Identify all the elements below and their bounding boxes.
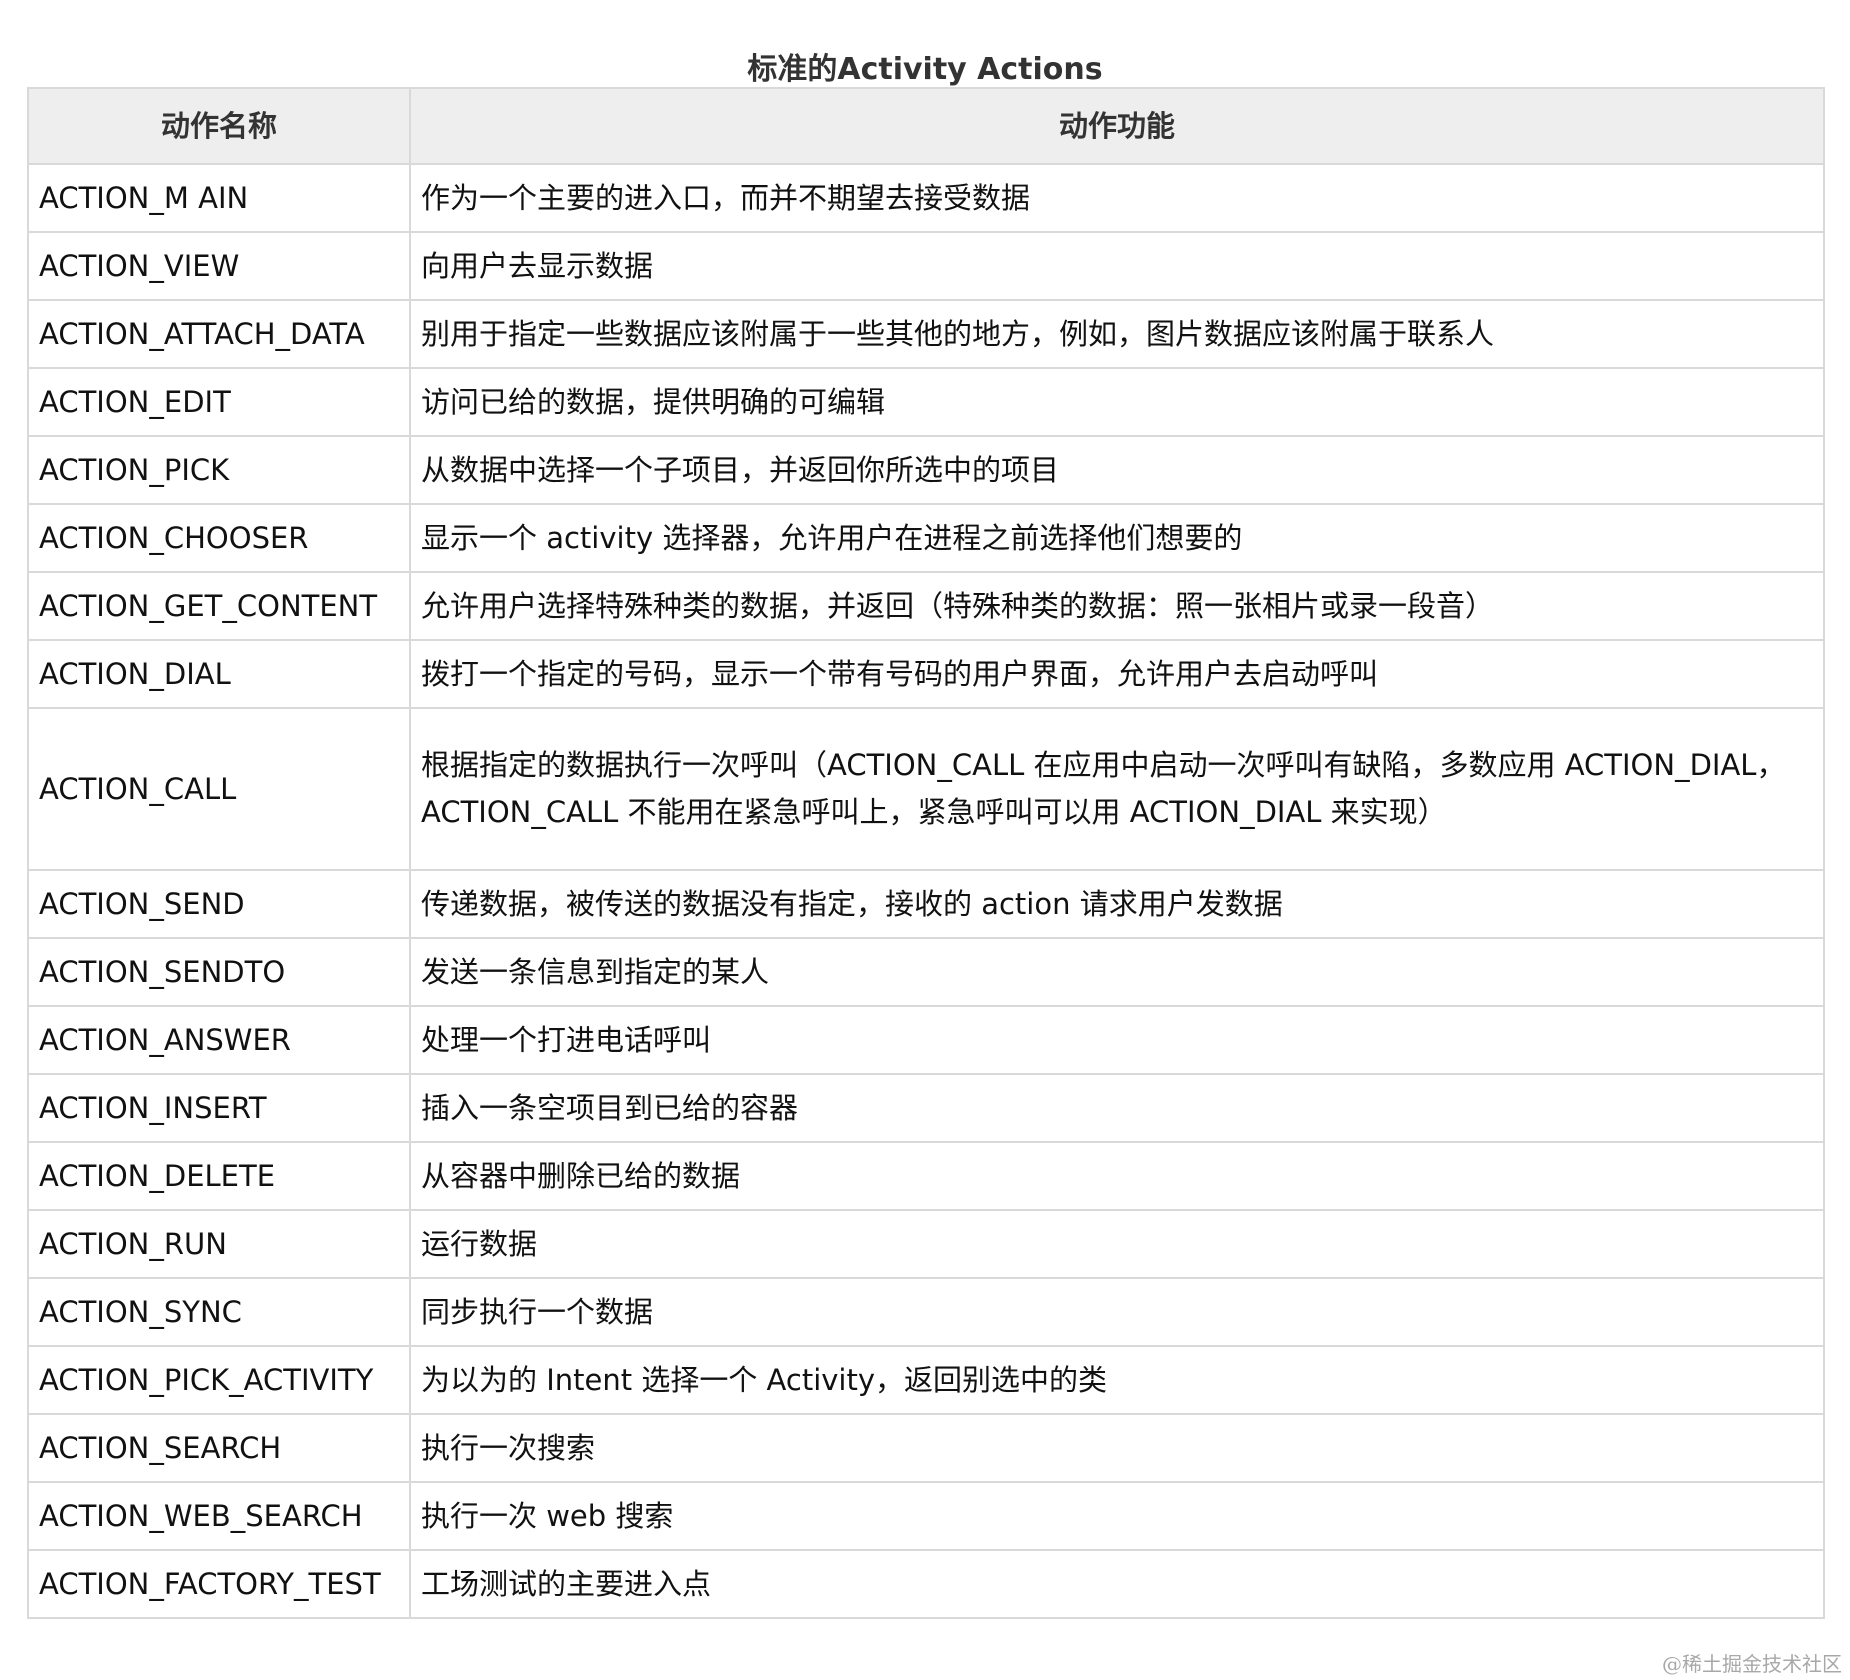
table-row: ACTION_PICK 从数据中选择一个子项目，并返回你所选中的项目 — [27, 435, 1825, 505]
action-description-cell: 同步执行一个数据 — [409, 1277, 1825, 1347]
table-row: ACTION_RUN 运行数据 — [27, 1209, 1825, 1279]
action-description-cell: 显示一个 activity 选择器，允许用户在进程之前选择他们想要的 — [409, 503, 1825, 573]
action-description-cell: 从数据中选择一个子项目，并返回你所选中的项目 — [409, 435, 1825, 505]
action-description-cell: 根据指定的数据执行一次呼叫（ACTION_CALL 在应用中启动一次呼叫有缺陷，… — [409, 707, 1825, 871]
action-name-cell: ACTION_M AIN — [27, 163, 411, 233]
action-description-cell: 为以为的 Intent 选择一个 Activity，返回别选中的类 — [409, 1345, 1825, 1415]
table-header-row: 动作名称 动作功能 — [27, 87, 1825, 165]
action-name-cell: ACTION_DELETE — [27, 1141, 411, 1211]
table-row: ACTION_DELETE 从容器中删除已给的数据 — [27, 1141, 1825, 1211]
table-row: ACTION_GET_CONTENT 允许用户选择特殊种类的数据，并返回（特殊种… — [27, 571, 1825, 641]
action-name-cell: ACTION_ANSWER — [27, 1005, 411, 1075]
action-name-cell: ACTION_DIAL — [27, 639, 411, 709]
action-description-cell: 作为一个主要的进入口，而并不期望去接受数据 — [409, 163, 1825, 233]
table-caption: 标准的Activity Actions — [747, 52, 1103, 87]
document-page: 标准的Activity Actions 动作名称 动作功能 ACTION_M A… — [0, 0, 1850, 1680]
action-description-cell: 访问已给的数据，提供明确的可编辑 — [409, 367, 1825, 437]
action-name-cell: ACTION_PICK_ACTIVITY — [27, 1345, 411, 1415]
action-description-cell: 运行数据 — [409, 1209, 1825, 1279]
action-name-cell: ACTION_CHOOSER — [27, 503, 411, 573]
table-row: ACTION_PICK_ACTIVITY 为以为的 Intent 选择一个 Ac… — [27, 1345, 1825, 1415]
table-row: ACTION_INSERT 插入一条空项目到已给的容器 — [27, 1073, 1825, 1143]
action-name-cell: ACTION_CALL — [27, 707, 411, 871]
action-description-cell: 传递数据，被传送的数据没有指定，接收的 action 请求用户发数据 — [409, 869, 1825, 939]
action-name-cell: ACTION_PICK — [27, 435, 411, 505]
action-description-cell: 别用于指定一些数据应该附属于一些其他的地方，例如，图片数据应该附属于联系人 — [409, 299, 1825, 369]
action-description-cell: 执行一次 web 搜索 — [409, 1481, 1825, 1551]
action-description-cell: 执行一次搜索 — [409, 1413, 1825, 1483]
column-header-action-name: 动作名称 — [27, 87, 411, 165]
action-name-cell: ACTION_VIEW — [27, 231, 411, 301]
action-name-cell: ACTION_SEND — [27, 869, 411, 939]
table-row: ACTION_ATTACH_DATA 别用于指定一些数据应该附属于一些其他的地方… — [27, 299, 1825, 369]
table-row: ACTION_M AIN 作为一个主要的进入口，而并不期望去接受数据 — [27, 163, 1825, 233]
action-description-cell: 工场测试的主要进入点 — [409, 1549, 1825, 1619]
activity-actions-table: 动作名称 动作功能 ACTION_M AIN 作为一个主要的进入口，而并不期望去… — [27, 87, 1825, 1619]
table-row: ACTION_SYNC 同步执行一个数据 — [27, 1277, 1825, 1347]
table-row: ACTION_SEND 传递数据，被传送的数据没有指定，接收的 action 请… — [27, 869, 1825, 939]
table-row: ACTION_ANSWER 处理一个打进电话呼叫 — [27, 1005, 1825, 1075]
action-name-cell: ACTION_WEB_SEARCH — [27, 1481, 411, 1551]
action-name-cell: ACTION_FACTORY_TEST — [27, 1549, 411, 1619]
action-description-cell: 发送一条信息到指定的某人 — [409, 937, 1825, 1007]
table-row: ACTION_WEB_SEARCH 执行一次 web 搜索 — [27, 1481, 1825, 1551]
table-row: ACTION_EDIT 访问已给的数据，提供明确的可编辑 — [27, 367, 1825, 437]
table-row: ACTION_CALL 根据指定的数据执行一次呼叫（ACTION_CALL 在应… — [27, 707, 1825, 871]
action-name-cell: ACTION_SYNC — [27, 1277, 411, 1347]
column-header-action-function: 动作功能 — [409, 87, 1825, 165]
action-description-cell: 向用户去显示数据 — [409, 231, 1825, 301]
action-name-cell: ACTION_GET_CONTENT — [27, 571, 411, 641]
table-row: ACTION_SEARCH 执行一次搜索 — [27, 1413, 1825, 1483]
action-description-cell: 允许用户选择特殊种类的数据，并返回（特殊种类的数据：照一张相片或录一段音） — [409, 571, 1825, 641]
action-name-cell: ACTION_EDIT — [27, 367, 411, 437]
action-name-cell: ACTION_SEARCH — [27, 1413, 411, 1483]
watermark: @稀土掘金技术社区 — [1662, 1652, 1842, 1676]
action-description-cell: 处理一个打进电话呼叫 — [409, 1005, 1825, 1075]
table-row: ACTION_CHOOSER 显示一个 activity 选择器，允许用户在进程… — [27, 503, 1825, 573]
table-row: ACTION_DIAL 拨打一个指定的号码，显示一个带有号码的用户界面，允许用户… — [27, 639, 1825, 709]
table-row: ACTION_SENDTO 发送一条信息到指定的某人 — [27, 937, 1825, 1007]
action-name-cell: ACTION_RUN — [27, 1209, 411, 1279]
action-description-cell: 从容器中删除已给的数据 — [409, 1141, 1825, 1211]
action-name-cell: ACTION_INSERT — [27, 1073, 411, 1143]
table-row: ACTION_VIEW 向用户去显示数据 — [27, 231, 1825, 301]
action-name-cell: ACTION_SENDTO — [27, 937, 411, 1007]
action-description-cell: 拨打一个指定的号码，显示一个带有号码的用户界面，允许用户去启动呼叫 — [409, 639, 1825, 709]
action-description-cell: 插入一条空项目到已给的容器 — [409, 1073, 1825, 1143]
action-name-cell: ACTION_ATTACH_DATA — [27, 299, 411, 369]
table-row: ACTION_FACTORY_TEST 工场测试的主要进入点 — [27, 1549, 1825, 1619]
